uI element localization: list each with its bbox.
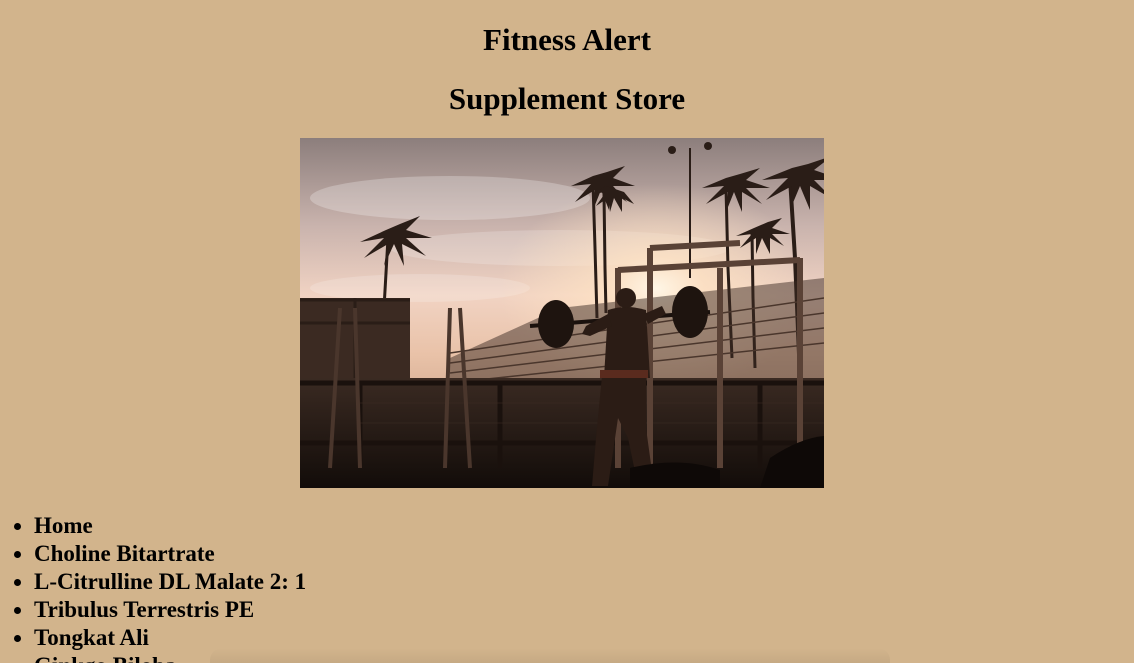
page-subtitle: Supplement Store: [448, 81, 686, 116]
nav-item: Home: [34, 512, 306, 540]
nav-link-ginkgo-biloba[interactable]: Ginkgo Biloba: [34, 653, 177, 663]
nav-link-tongkat-ali[interactable]: Tongkat Ali: [34, 625, 149, 650]
page-title: Fitness Alert: [483, 22, 651, 57]
nav-item: Choline Bitartrate: [34, 540, 306, 568]
nav-link-choline-bitartrate[interactable]: Choline Bitartrate: [34, 541, 215, 566]
nav-item: L-Citrulline DL Malate 2: 1: [34, 568, 306, 596]
bottom-overlay: [210, 648, 890, 663]
nav-item: Tribulus Terrestris PE: [34, 596, 306, 624]
main-nav: Home Choline Bitartrate L-Citrulline DL …: [0, 512, 306, 663]
nav-link-l-citrulline[interactable]: L-Citrulline DL Malate 2: 1: [34, 569, 306, 594]
hero-image: [300, 138, 824, 488]
nav-link-home[interactable]: Home: [34, 513, 93, 538]
nav-link-tribulus-terrestris[interactable]: Tribulus Terrestris PE: [34, 597, 254, 622]
